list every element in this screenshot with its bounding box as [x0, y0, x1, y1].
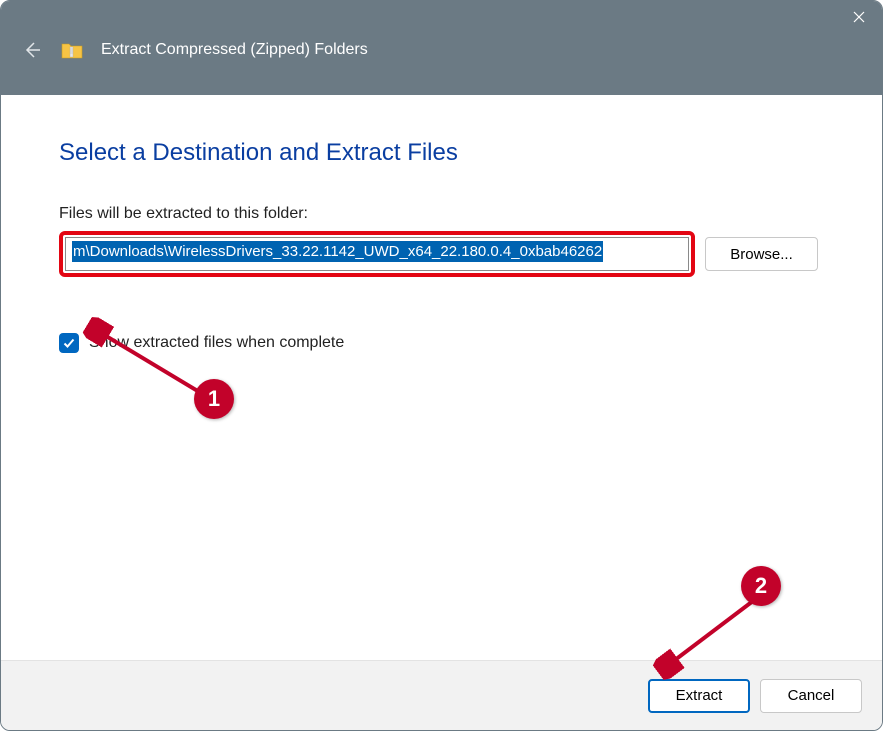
path-label: Files will be extracted to this folder:	[59, 205, 824, 223]
window-title: Extract Compressed (Zipped) Folders	[101, 41, 368, 59]
show-files-checkbox[interactable]	[59, 333, 79, 353]
destination-path-input[interactable]: m\Downloads\WirelessDrivers_33.22.1142_U…	[65, 237, 689, 271]
destination-path-value: m\Downloads\WirelessDrivers_33.22.1142_U…	[72, 241, 603, 262]
show-files-label: Show extracted files when complete	[89, 334, 344, 352]
cancel-button[interactable]: Cancel	[760, 679, 862, 713]
titlebar: Extract Compressed (Zipped) Folders	[1, 1, 882, 95]
browse-button[interactable]: Browse...	[705, 237, 818, 271]
checkmark-icon	[62, 336, 76, 350]
zipped-folder-icon	[61, 40, 83, 60]
content-area: Select a Destination and Extract Files F…	[1, 95, 882, 660]
extract-button[interactable]: Extract	[648, 679, 750, 713]
back-button[interactable]	[21, 39, 43, 61]
annotation-highlight-path: m\Downloads\WirelessDrivers_33.22.1142_U…	[59, 231, 695, 277]
extract-wizard-window: Extract Compressed (Zipped) Folders Sele…	[0, 0, 883, 731]
close-button[interactable]	[836, 1, 882, 33]
footer: Extract Cancel	[1, 660, 882, 730]
page-heading: Select a Destination and Extract Files	[59, 139, 824, 167]
